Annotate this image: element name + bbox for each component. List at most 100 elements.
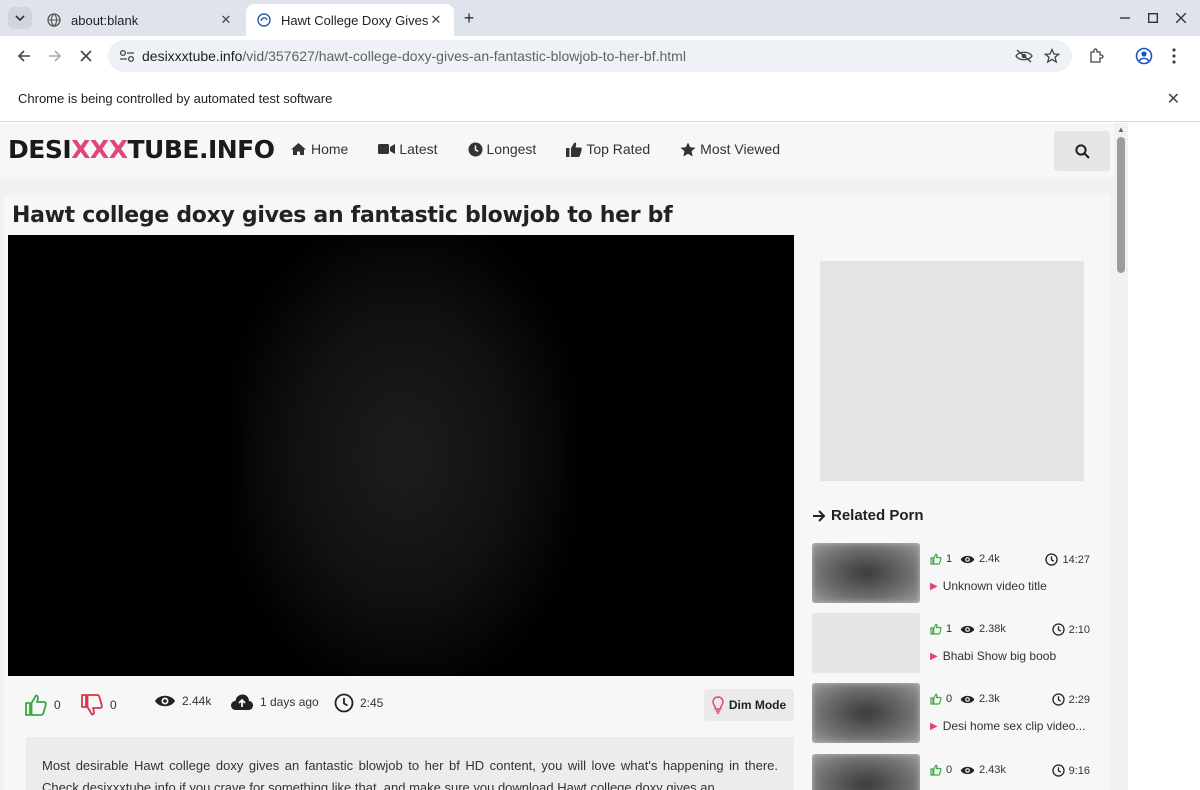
close-icon[interactable]: ✕ <box>428 12 444 28</box>
related-heading: Related Porn <box>812 507 924 524</box>
new-tab-button[interactable]: + <box>458 7 480 29</box>
url-text: desixxxtube.info/vid/357627/hawt-college… <box>142 48 686 64</box>
play-triangle-icon: ▶ <box>930 650 938 662</box>
thumbs-down-icon <box>81 694 103 716</box>
duration: 2:45 <box>360 696 384 710</box>
upload-date: 1 days ago <box>260 695 319 709</box>
cloud-upload-icon <box>231 694 253 710</box>
related-item[interactable]: 0 2.43k 9:16 <box>812 754 1102 790</box>
close-icon[interactable]: ✕ <box>218 12 234 28</box>
video-thumbnail[interactable] <box>812 613 920 673</box>
video-camera-icon <box>378 144 396 154</box>
star-icon <box>680 142 696 156</box>
video-description: Most desirable Hawt college doxy gives a… <box>26 737 794 790</box>
infobar-message: Chrome is being controlled by automated … <box>18 91 333 106</box>
chevron-down-icon <box>15 15 25 22</box>
video-stats-bar: 0 0 2.44k 1 days ago 2:45 Dim Mode <box>4 685 794 729</box>
eye-icon <box>960 625 975 633</box>
video-title: Hawt college doxy gives an fantastic blo… <box>12 203 673 228</box>
nav-longest[interactable]: Longest <box>468 141 536 157</box>
eye-icon <box>155 695 175 707</box>
video-frame <box>238 235 568 676</box>
video-thumbnail[interactable] <box>812 543 920 603</box>
ad-placeholder <box>820 261 1084 481</box>
home-icon <box>291 143 306 155</box>
like-button[interactable]: 0 <box>24 693 61 717</box>
tab-title: about:blank <box>71 12 139 28</box>
dislike-count: 0 <box>110 698 117 712</box>
site-header: DESIXXXTUBE.INFO Home Latest Longest Top… <box>0 123 1114 179</box>
nav-most-viewed[interactable]: Most Viewed <box>680 141 780 157</box>
stop-loading-icon[interactable] <box>72 42 100 70</box>
play-triangle-icon: ▶ <box>930 580 938 592</box>
tab-title: Hawt College Doxy Gives <box>281 12 428 28</box>
nav-top-rated[interactable]: Top Rated <box>566 141 650 157</box>
window-close-icon[interactable] <box>1168 6 1194 30</box>
related-item-title[interactable]: ▶ Bhabi Show big boob <box>930 649 1056 663</box>
thumbs-up-icon <box>566 142 583 157</box>
forward-arrow-icon[interactable] <box>41 42 69 70</box>
thumbs-up-icon <box>930 553 942 565</box>
clock-icon <box>1051 693 1065 706</box>
clock-icon <box>1051 623 1065 636</box>
dislike-button[interactable]: 0 <box>80 693 117 717</box>
clock-icon <box>468 142 482 156</box>
related-item[interactable]: 1 2.38k 2:10 ▶ Bhabi Show big boob <box>812 613 1102 675</box>
eye-icon <box>960 695 975 703</box>
window-margin <box>1128 123 1200 790</box>
kebab-menu-icon[interactable] <box>1160 42 1188 70</box>
address-bar[interactable]: desixxxtube.info/vid/357627/hawt-college… <box>108 40 1072 72</box>
clock-icon <box>334 693 354 713</box>
tab-search-dropdown-button[interactable] <box>8 7 32 29</box>
like-count: 0 <box>54 698 61 712</box>
video-thumbnail[interactable] <box>812 683 920 743</box>
site-favicon-icon <box>256 12 272 28</box>
related-item-title[interactable]: ▶ Unknown video title <box>930 579 1047 593</box>
search-button[interactable] <box>1054 131 1110 171</box>
video-thumbnail[interactable] <box>812 754 920 790</box>
eye-icon <box>960 555 975 563</box>
thumbs-up-icon <box>930 764 942 776</box>
play-triangle-icon: ▶ <box>930 720 938 732</box>
browser-tab-about-blank[interactable]: about:blank ✕ <box>36 4 244 36</box>
thumbs-up-icon <box>930 623 942 635</box>
back-arrow-icon[interactable] <box>10 42 38 70</box>
related-item[interactable]: 1 2.4k 14:27 ▶ Unknown video title <box>812 543 1102 605</box>
eye-slash-icon[interactable] <box>1012 44 1036 68</box>
globe-icon <box>46 12 62 28</box>
site-settings-icon[interactable] <box>112 40 142 72</box>
close-icon[interactable]: ✕ <box>1167 89 1180 109</box>
clock-icon <box>1051 764 1065 777</box>
views-count: 2.44k <box>182 694 212 708</box>
thumbs-up-icon <box>25 694 47 716</box>
nav-home[interactable]: Home <box>290 141 348 157</box>
minimize-icon[interactable] <box>1112 6 1138 30</box>
clock-icon <box>1045 553 1059 566</box>
search-icon <box>1074 143 1090 159</box>
maximize-icon[interactable] <box>1140 6 1166 30</box>
eye-icon <box>960 766 975 774</box>
main-content: Hawt college doxy gives an fantastic blo… <box>4 195 1110 790</box>
bookmark-star-icon[interactable] <box>1040 44 1064 68</box>
extensions-puzzle-icon[interactable] <box>1082 42 1110 70</box>
scrollbar-thumb[interactable] <box>1117 137 1125 273</box>
site-logo[interactable]: DESIXXXTUBE.INFO <box>8 135 275 164</box>
automation-infobar: Chrome is being controlled by automated … <box>0 76 1200 122</box>
scroll-up-arrow-icon[interactable]: ▲ <box>1117 125 1125 134</box>
web-page: DESIXXXTUBE.INFO Home Latest Longest Top… <box>0 123 1128 790</box>
duration-stat: 2:45 <box>334 693 383 713</box>
thumbs-up-icon <box>930 693 942 705</box>
sidebar: Related Porn 1 2.4k 14:27 ▶ Unknown video… <box>806 195 1106 790</box>
browser-tab-bar: about:blank ✕ Hawt College Doxy Gives ✕ … <box>0 0 1200 36</box>
video-player[interactable] <box>8 235 794 676</box>
views-stat: 2.44k <box>154 693 211 709</box>
profile-avatar-icon[interactable] <box>1130 42 1158 70</box>
page-scrollbar[interactable]: ▲ <box>1114 123 1128 790</box>
arrow-right-icon <box>813 509 826 522</box>
dim-mode-button[interactable]: Dim Mode <box>704 689 794 721</box>
main-nav: Home Latest Longest Top Rated Most Viewe… <box>290 141 810 157</box>
related-item[interactable]: 0 2.3k 2:29 ▶ Desi home sex clip video... <box>812 683 1102 745</box>
browser-tab-active[interactable]: Hawt College Doxy Gives ✕ <box>246 4 454 36</box>
nav-latest[interactable]: Latest <box>378 141 438 157</box>
related-item-title[interactable]: ▶ Desi home sex clip video... <box>930 719 1085 733</box>
